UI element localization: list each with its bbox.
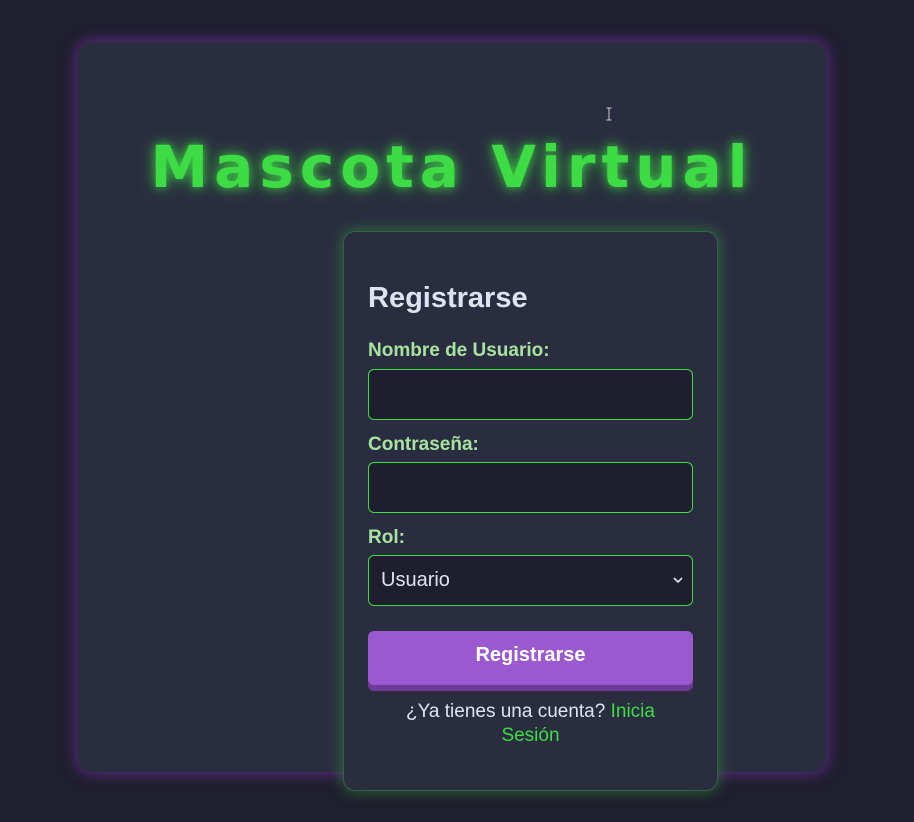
app-title: Mascota Virtual: [150, 133, 754, 201]
role-select-value: Usuario: [381, 569, 450, 591]
password-input[interactable]: [368, 462, 693, 513]
register-button[interactable]: Registrarse: [368, 631, 693, 685]
password-label: Contraseña:: [368, 434, 479, 455]
username-input[interactable]: [368, 369, 693, 420]
text-cursor-icon: [606, 107, 612, 121]
register-form-card: Registrarse Nombre de Usuario: Contraseñ…: [343, 231, 718, 791]
main-panel: Mascota Virtual Registrarse Nombre de Us…: [78, 42, 826, 791]
role-label: Rol:: [368, 527, 405, 548]
role-select[interactable]: Usuario: [368, 555, 693, 606]
login-prompt-text: ¿Ya tienes una cuenta?: [406, 701, 611, 722]
chevron-down-icon: [673, 577, 683, 584]
login-prompt: ¿Ya tienes una cuenta? Inicia Sesión: [384, 700, 677, 748]
form-heading: Registrarse: [368, 282, 528, 314]
username-label: Nombre de Usuario:: [368, 340, 550, 361]
